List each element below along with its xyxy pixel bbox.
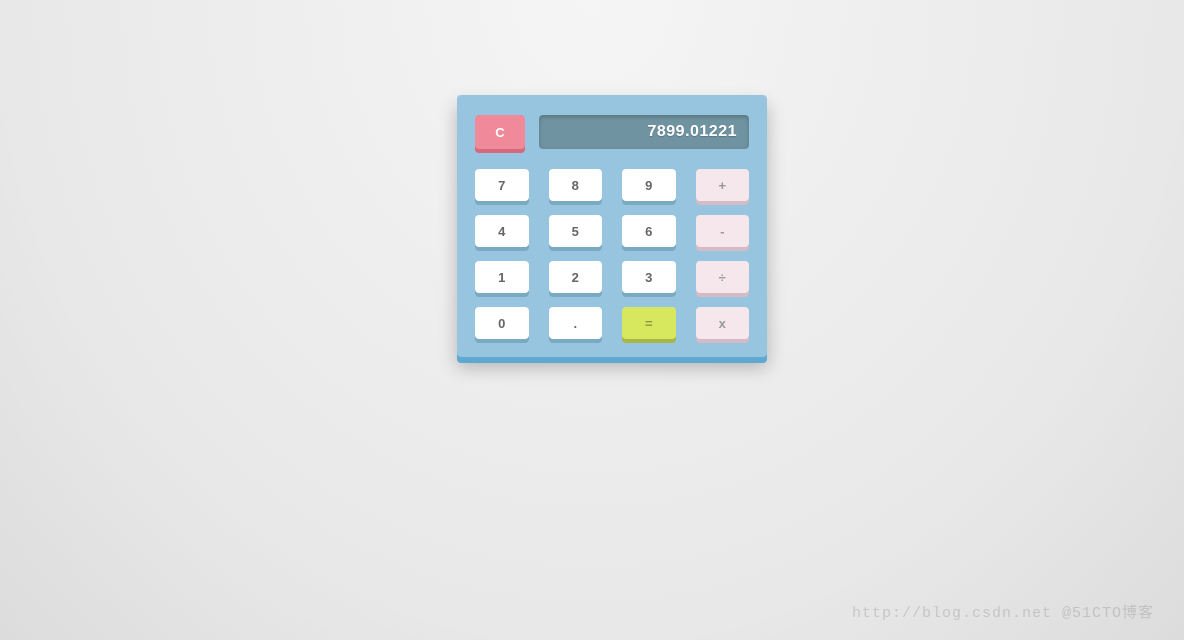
digit-2-button[interactable]: 2	[549, 261, 603, 293]
digit-3-button[interactable]: 3	[622, 261, 676, 293]
digit-4-button[interactable]: 4	[475, 215, 529, 247]
clear-button[interactable]: C	[475, 115, 525, 149]
digit-1-button[interactable]: 1	[475, 261, 529, 293]
multiply-button[interactable]: x	[696, 307, 750, 339]
add-button[interactable]: +	[696, 169, 750, 201]
digit-7-button[interactable]: 7	[475, 169, 529, 201]
keypad: 7 8 9 + 4 5 6 - 1 2 3 ÷ 0 . = x	[475, 169, 749, 339]
top-row: C 7899.01221	[475, 115, 749, 149]
digit-5-button[interactable]: 5	[549, 215, 603, 247]
display-screen: 7899.01221	[539, 115, 749, 149]
calculator: C 7899.01221 7 8 9 + 4 5 6 - 1 2 3 ÷ 0 .…	[457, 95, 767, 357]
digit-6-button[interactable]: 6	[622, 215, 676, 247]
equals-button[interactable]: =	[622, 307, 676, 339]
decimal-button[interactable]: .	[549, 307, 603, 339]
divide-button[interactable]: ÷	[696, 261, 750, 293]
digit-8-button[interactable]: 8	[549, 169, 603, 201]
digit-9-button[interactable]: 9	[622, 169, 676, 201]
subtract-button[interactable]: -	[696, 215, 750, 247]
digit-0-button[interactable]: 0	[475, 307, 529, 339]
watermark-text: http://blog.csdn.net @51CTO博客	[852, 601, 1154, 622]
